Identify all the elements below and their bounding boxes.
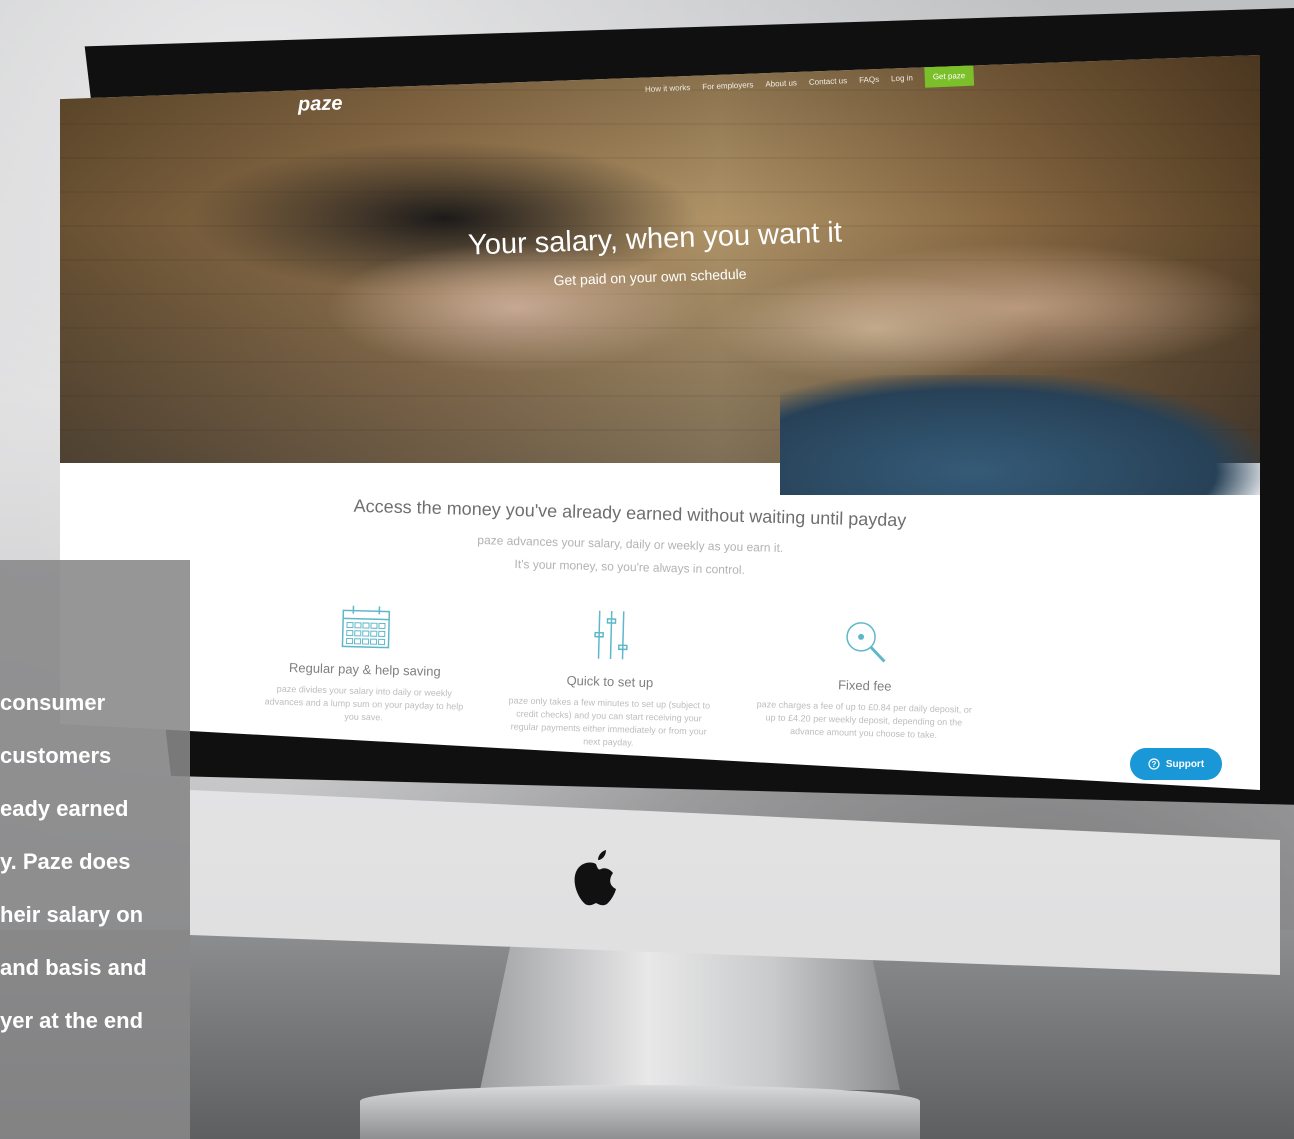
help-icon: ? [1148,758,1160,770]
caption-line: yer at the end [0,1008,144,1033]
feature-regular-pay: Regular pay & help saving paze divides y… [258,600,471,726]
feature-fixed-fee: Fixed fee paze charges a fee of up to £0… [753,614,976,743]
nav-faqs[interactable]: FAQs [859,75,879,85]
feature-title: Regular pay & help saving [288,660,441,679]
get-paze-button[interactable]: Get paze [924,64,974,88]
feature-quick-setup: Quick to set up paze only takes a few mi… [503,604,717,751]
hero-photo-detail [780,375,1260,495]
apple-logo-icon [574,850,616,906]
feature-title: Quick to set up [566,672,654,691]
nav-log-in[interactable]: Log in [891,73,913,83]
feature-title: Fixed fee [837,677,892,694]
nav-contact-us[interactable]: Contact us [809,76,848,87]
feature-text: paze divides your salary into daily or w… [264,683,464,723]
site-logo[interactable]: paze [298,92,343,116]
nav-how-it-works[interactable]: How it works [645,83,691,94]
caption-line: customers [0,743,112,768]
caption-line: and basis and [0,955,147,980]
website-screen: paze How it works For employers About us… [60,55,1260,790]
feature-text: paze charges a fee of up to £0.84 per da… [756,699,972,740]
nav-about-us[interactable]: About us [765,78,797,88]
intro-heading: Access the money you've already earned w… [353,495,907,531]
support-label: Support [1165,758,1205,770]
sliders-icon [594,610,628,660]
caption-line: y. Paze does [0,849,131,874]
magnifier-icon [846,622,886,663]
caption-line: heir salary on [0,902,144,927]
feature-text: paze only takes a few minutes to set up … [508,695,711,748]
svg-text:?: ? [1151,760,1156,769]
monitor-stand-foot [360,1085,920,1139]
calendar-icon [341,605,391,649]
nav-for-employers[interactable]: For employers [702,80,753,91]
support-button[interactable]: ? Support [1130,748,1222,780]
intro-text: paze advances your salary, daily or week… [419,528,840,585]
caption-line: eady earned [0,796,129,821]
caption-line: consumer [0,690,106,715]
